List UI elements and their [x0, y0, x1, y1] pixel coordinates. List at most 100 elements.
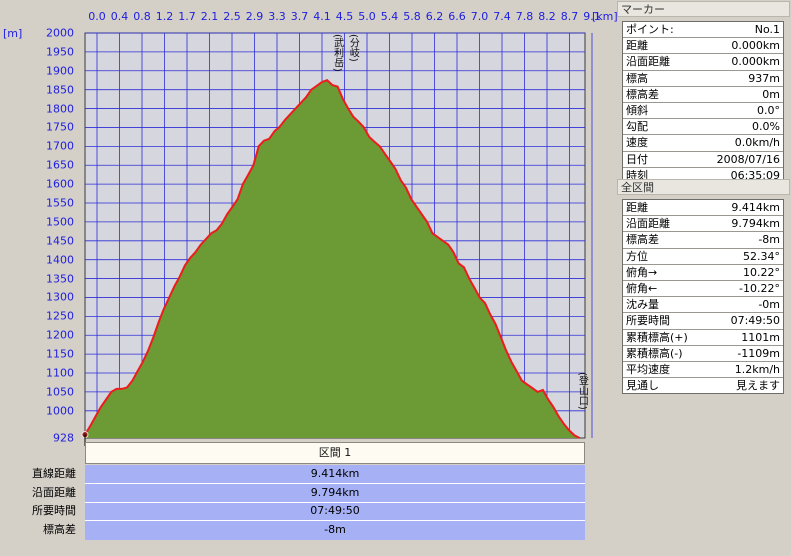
panel-row: ポイント: No.1: [623, 22, 783, 39]
panel-row: 沿面距離 0.000km: [623, 54, 783, 71]
panel-row-label: 日付: [626, 152, 648, 166]
panel-row-label: 沈み量: [626, 298, 659, 312]
panel-row-value: 52.34°: [743, 249, 780, 263]
x-tick-label: 2.9: [245, 10, 264, 23]
panel-row-label: 沿面距離: [626, 217, 670, 231]
panel-row: 距離 0.000km: [623, 38, 783, 55]
x-tick-label: 6.6: [448, 10, 466, 23]
panel-row-label: 標高差: [626, 87, 659, 101]
panel-row: 沈み量 -0m: [623, 297, 783, 314]
y-tick-label: 1250: [46, 309, 74, 323]
y-tick-label: 1900: [46, 64, 74, 78]
y-tick-label: 1150: [46, 347, 74, 361]
panel-row: 沿面距離 9.794km: [623, 216, 783, 233]
waypoint-label: (分岐): [347, 34, 359, 62]
x-tick-label: 6.2: [425, 10, 444, 23]
panel-row-value: 9.794km: [731, 217, 780, 231]
x-tick-label: 8.2: [538, 10, 556, 23]
section-stat-label: 沿面距離: [32, 485, 76, 499]
y-tick-label: 1450: [46, 234, 74, 248]
section-stat-value: 9.414km: [85, 465, 585, 484]
panel-row-value: -8m: [758, 233, 780, 247]
section-stat-value: 9.794km: [85, 484, 585, 503]
x-tick-label: 0.4: [110, 10, 129, 23]
y-tick-label: 1550: [46, 196, 74, 210]
x-tick-label: 0.0: [88, 10, 106, 23]
panel-row-value: 0.0°: [757, 103, 780, 117]
panel-row-label: 方位: [626, 249, 648, 263]
panel-row-label: 見通し: [626, 379, 659, 393]
x-tick-label: 0.8: [133, 10, 151, 23]
panel-row-value: 10.22°: [743, 265, 780, 279]
panel-row: 標高差 -8m: [623, 232, 783, 249]
panel-row: 日付 2008/07/16: [623, 152, 783, 168]
panel-row: 方位 52.34°: [623, 249, 783, 265]
section-stat-label: 直線距離: [32, 467, 76, 480]
x-tick-label: 7.4: [493, 10, 511, 23]
x-tick-label: 4.5: [335, 10, 354, 23]
y-tick-label: 1000: [46, 404, 74, 418]
panel-row-value: 0.000km: [731, 39, 780, 53]
panel-row-label: 距離: [626, 39, 648, 53]
section-stat-label: 標高差: [43, 522, 76, 536]
section-stats-panel: 9.414km 9.794km 07:49:50 -8m: [85, 465, 585, 540]
panel-row-label: 俯角→: [626, 265, 658, 279]
x-tick-label: 3.3: [268, 10, 286, 23]
waypoint-label: (武利岳): [331, 34, 343, 72]
panel-row-label: 速度: [626, 136, 648, 150]
full-section-panel: 距離 9.414km 沿面距離 9.794km 標高差 -8m 方位 52.34° 俯角→ 10.…: [622, 199, 784, 395]
y-tick-label: 1050: [46, 385, 74, 399]
x-tick-label: 3.7: [290, 10, 309, 23]
waypoint-label: (登山口): [576, 372, 588, 410]
x-tick-label: 7.0: [470, 10, 489, 23]
y-axis-unit: [m]: [3, 27, 23, 40]
x-tick-label: 7.8: [515, 10, 534, 23]
x-tick-label: 5.0: [358, 10, 376, 23]
section-header[interactable]: 区間 1: [85, 442, 585, 464]
panel-row-label: 沿面距離: [626, 55, 670, 69]
panel-row-label: 累積標高(+): [626, 330, 688, 344]
y-tick-label: 1850: [46, 83, 74, 97]
panel-row: 累積標高(-) -1109m: [623, 346, 783, 362]
panel-row-value: 0.0%: [752, 120, 780, 134]
y-tick-label: 1200: [46, 328, 74, 342]
panel-row: 傾斜 0.0°: [623, 103, 783, 120]
marker-panel-title: マーカー: [617, 1, 790, 17]
panel-row-value: 9.414km: [731, 201, 780, 214]
panel-row: 俯角→ 10.22°: [623, 265, 783, 281]
y-tick-label: 1300: [46, 290, 74, 304]
y-tick-label: 1400: [46, 253, 74, 267]
panel-row-value: No.1: [754, 23, 780, 36]
section-stat-value: -8m: [324, 522, 346, 536]
x-tick-label: 5.4: [380, 10, 399, 23]
x-tick-label: 2.5: [223, 10, 241, 23]
panel-row-value: 0m: [762, 87, 780, 101]
y-min-label: 928: [53, 431, 74, 445]
x-tick-label: 8.7: [560, 10, 579, 23]
panel-row: 平均速度 1.2km/h: [623, 362, 783, 379]
panel-row: 標高 937m: [623, 71, 783, 87]
panel-row-label: 標高差: [626, 233, 659, 247]
y-tick-label: 1600: [46, 177, 74, 191]
panel-row-label: ポイント:: [626, 23, 674, 36]
section-stat-label: 所要時間: [32, 504, 76, 517]
panel-row-label: 勾配: [626, 120, 648, 134]
x-tick-label: 4.1: [313, 10, 331, 23]
panel-row-value: -0m: [758, 298, 780, 312]
y-tick-label: 1750: [46, 120, 74, 134]
y-tick-label: 1500: [46, 215, 74, 229]
panel-row-label: 累積標高(-): [626, 346, 683, 360]
panel-row-value: 0.000km: [731, 55, 780, 69]
panel-row-label: 傾斜: [626, 103, 648, 117]
panel-row-label: 所要時間: [626, 314, 670, 328]
panel-row-value: -10.22°: [739, 281, 780, 295]
y-tick-label: 1700: [46, 139, 74, 153]
panel-row: 所要時間 07:49:50: [623, 313, 783, 330]
marker-panel: ポイント: No.1 距離 0.000km 沿面距離 0.000km 標高 937m 標高差 0m…: [622, 21, 784, 184]
panel-row-label: 平均速度: [626, 362, 670, 376]
x-tick-label: 5.8: [403, 10, 421, 23]
x-tick-label: 1.2: [155, 10, 174, 23]
panel-row: 速度 0.0km/h: [623, 135, 783, 152]
panel-row-value: 1.2km/h: [734, 362, 780, 376]
panel-row: 勾配 0.0%: [623, 119, 783, 136]
